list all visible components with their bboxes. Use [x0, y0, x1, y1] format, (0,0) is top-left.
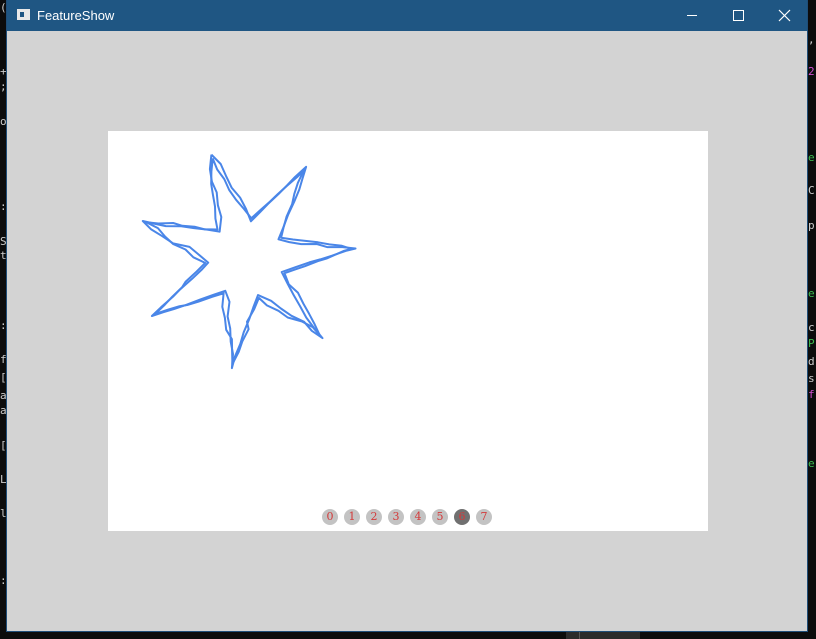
close-icon: [778, 9, 791, 22]
bg-text: f: [808, 388, 815, 401]
bg-text: 2: [808, 65, 815, 78]
bg-text: s: [808, 372, 815, 385]
app-window: FeatureShow 01234567: [7, 0, 807, 631]
bg-text: f: [0, 353, 7, 366]
minimize-icon: [687, 15, 697, 16]
bg-text: P: [808, 337, 815, 350]
close-button[interactable]: [761, 0, 807, 31]
page-button-3[interactable]: 3: [388, 509, 404, 525]
bg-text: o: [0, 115, 7, 128]
bg-text: [: [0, 371, 7, 384]
bg-text: +: [0, 65, 7, 78]
title-bar[interactable]: FeatureShow: [7, 0, 807, 31]
drawing-canvas[interactable]: 01234567: [108, 131, 708, 531]
page-button-0[interactable]: 0: [322, 509, 338, 525]
bg-text: e: [808, 151, 815, 164]
bg-text: a: [0, 389, 7, 402]
bg-text: L: [0, 473, 7, 486]
page-button-6[interactable]: 6: [454, 509, 470, 525]
taskbar-fragment: [566, 630, 640, 639]
star-stroke-outer: [141, 153, 357, 370]
maximize-button[interactable]: [715, 0, 761, 31]
star-stroke-inner: [145, 158, 353, 366]
bg-text: :: [0, 574, 7, 587]
page-selector: 01234567: [322, 509, 492, 525]
app-icon: [17, 9, 30, 20]
bg-text: l: [0, 507, 7, 520]
bg-text: p: [808, 219, 815, 232]
bg-text: :: [0, 319, 7, 332]
minimize-button[interactable]: [669, 0, 715, 31]
bg-text: ,: [808, 33, 815, 46]
bg-text: (: [0, 1, 7, 14]
window-title: FeatureShow: [37, 8, 115, 23]
background-terminal-right: , 2 e C p e c P d s f e: [806, 0, 816, 639]
page-button-5[interactable]: 5: [432, 509, 448, 525]
bg-text: ;: [0, 80, 7, 93]
maximize-icon: [733, 10, 744, 21]
bg-text: C: [808, 184, 815, 197]
page-button-2[interactable]: 2: [366, 509, 382, 525]
bg-text: t: [0, 249, 7, 262]
bg-text: d: [808, 355, 815, 368]
bg-text: [: [0, 439, 7, 452]
bg-text: e: [808, 287, 815, 300]
bg-text: e: [808, 457, 815, 470]
bg-text: :: [0, 200, 7, 213]
bg-text: a: [0, 404, 7, 417]
page-button-4[interactable]: 4: [410, 509, 426, 525]
bg-text: S: [0, 235, 7, 248]
page-button-7[interactable]: 7: [476, 509, 492, 525]
star-drawing: [141, 153, 357, 370]
page-button-1[interactable]: 1: [344, 509, 360, 525]
bg-text: c: [808, 321, 815, 334]
taskbar-divider: [579, 630, 580, 639]
